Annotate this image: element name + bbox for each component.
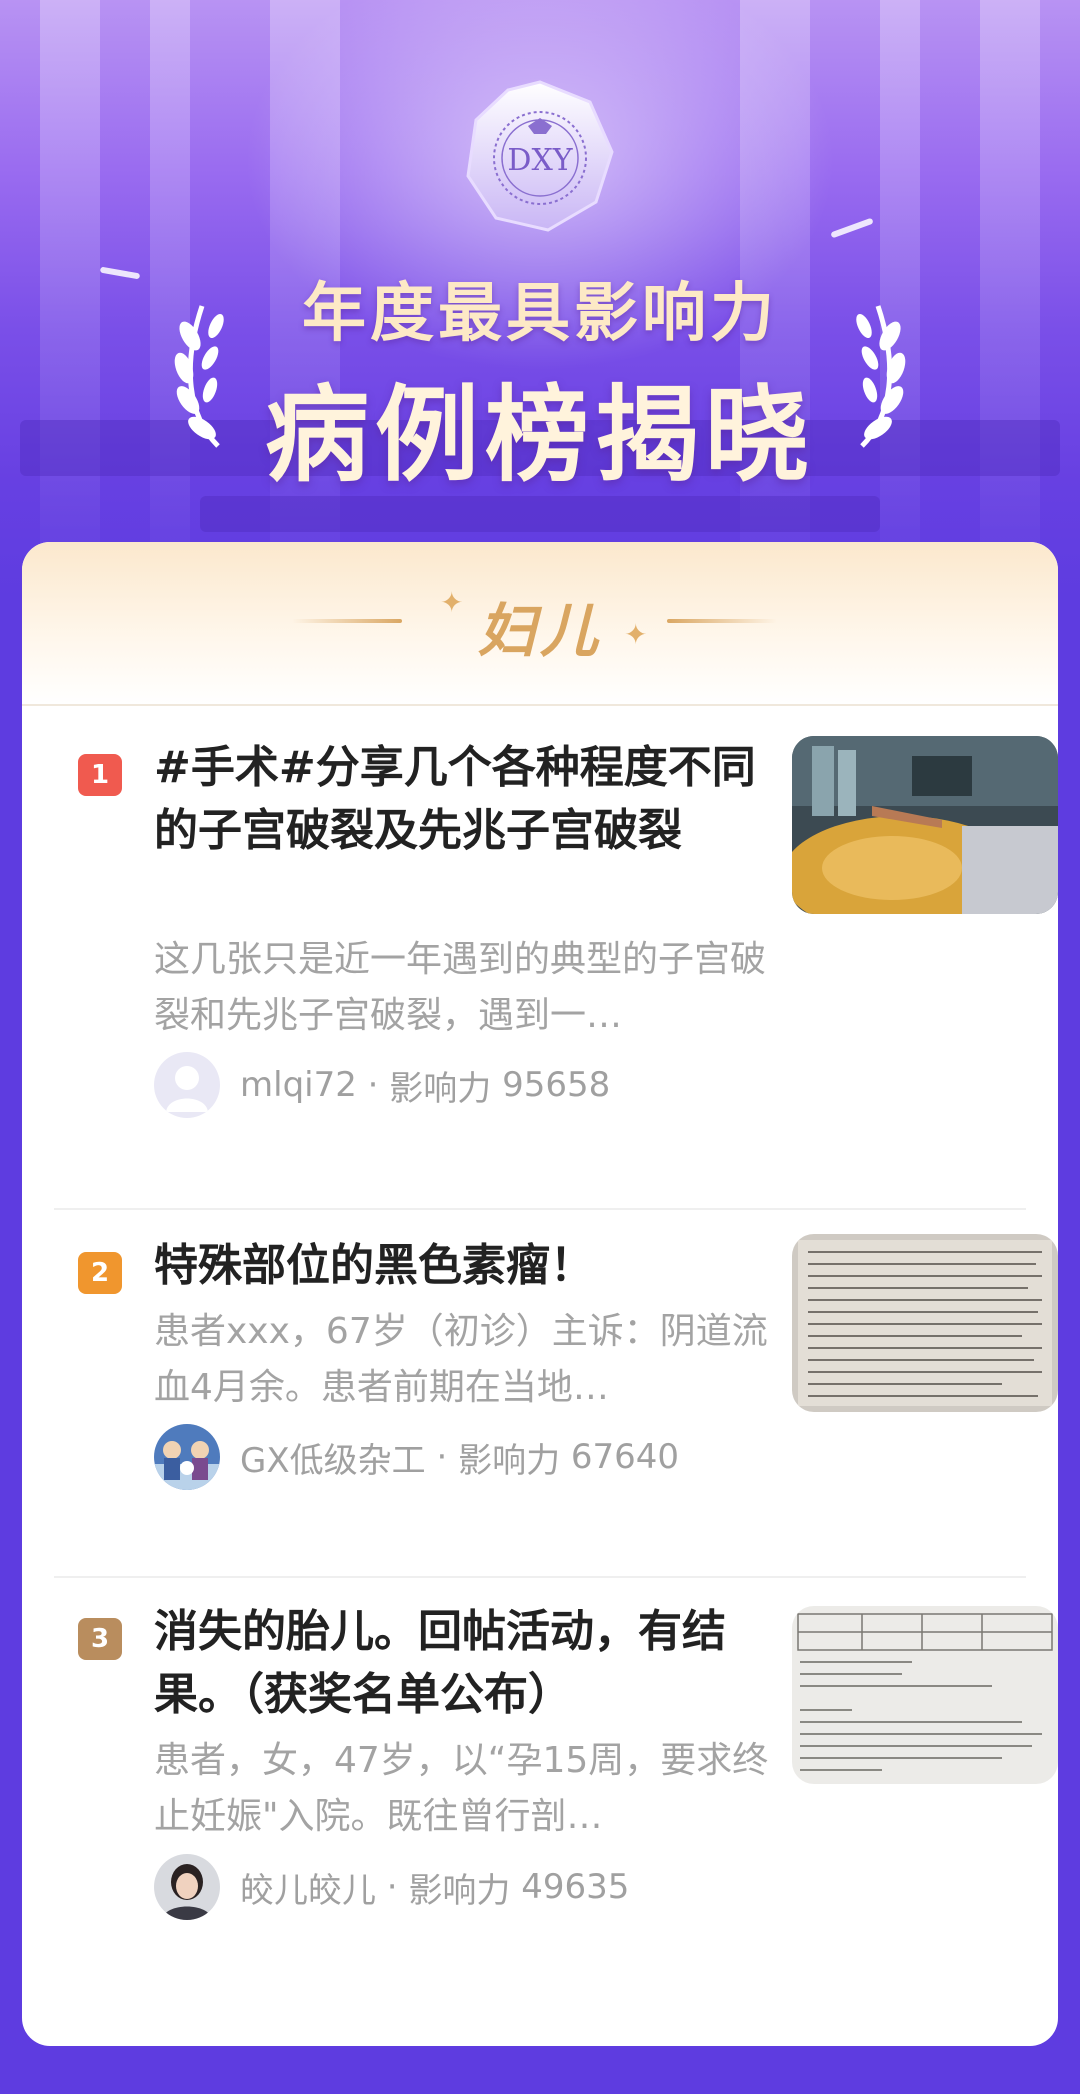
meta-dot: · — [376, 1867, 409, 1907]
case-title[interactable]: 特殊部位的黑色素瘤！ — [154, 1234, 774, 1297]
meta-space — [560, 1437, 571, 1477]
meta-space — [510, 1867, 521, 1907]
rank-badge: 1 — [78, 754, 122, 796]
case-title[interactable]: 消失的胎儿。回帖活动，有结果。（获奖名单公布） — [154, 1600, 774, 1726]
hero-title-line2: 病例榜揭晓 — [264, 374, 815, 496]
case-item-1[interactable]: 1 #手术#分享几个各种程度不同的子宫破裂及先兆子宫破裂 这几张只是近一年遇到的… — [54, 706, 1058, 1138]
cartoon-characters-avatar[interactable] — [154, 1424, 220, 1490]
hero-title-line1: 年度最具影响力 — [302, 277, 778, 351]
svg-text:DXY: DXY — [507, 143, 573, 178]
case-summary: 这几张只是近一年遇到的典型的子宫破裂和先兆子宫破裂，遇到一… — [154, 939, 767, 1036]
case-title[interactable]: #手术#分享几个各种程度不同的子宫破裂及先兆子宫破裂 — [154, 736, 774, 862]
category-header: ✦ ✦ 妇儿 — [22, 542, 1058, 706]
case-item-3[interactable]: 3 消失的胎儿。回帖活动，有结果。（获奖名单公布） 患者，女，47岁，以“孕15… — [54, 1570, 1058, 2002]
meta-space — [491, 1065, 502, 1105]
author-name[interactable]: GX低级杂工 — [240, 1433, 426, 1482]
author-meta: GX低级杂工 · 影响力 67640 — [154, 1424, 679, 1490]
influence-label: 影响力 — [408, 1870, 511, 1911]
influence-label: 影响力 — [389, 1068, 492, 1109]
author-meta: mlqi72 · 影响力 95658 — [154, 1052, 610, 1118]
category-title: 妇儿 — [477, 597, 602, 665]
rank-badge: 2 — [78, 1252, 122, 1294]
author-name[interactable]: mlqi72 — [240, 1065, 357, 1105]
author-meta: 皎儿皎儿 · 影响力 49635 — [154, 1854, 629, 1920]
influence-value: 95658 — [502, 1065, 611, 1105]
case-summary: 患者，女，47岁，以“孕15周，要求终止妊娠"入院。既往曾行剖… — [154, 1740, 769, 1837]
dxy-badge-icon: DXY — [466, 80, 614, 232]
surgery-photo-thumbnail[interactable] — [792, 736, 1058, 914]
portrait-photo-avatar[interactable] — [154, 1854, 220, 1920]
meta-dot: · — [356, 1065, 390, 1105]
rank-badge: 3 — [78, 1618, 122, 1660]
hero-banner: DXY 年度最具影响力 病例榜揭晓 — [0, 0, 1080, 600]
case-summary: 患者xxx，67岁（初诊）主诉：阴道流血4月余。患者前期在当地… — [154, 1311, 768, 1408]
author-name[interactable]: 皎儿皎儿 — [240, 1863, 376, 1912]
meta-dot: · — [425, 1437, 459, 1477]
influence-label: 影响力 — [458, 1440, 561, 1481]
stage-step — [200, 496, 880, 532]
influence-value: 67640 — [570, 1437, 680, 1477]
default-user-avatar-icon[interactable] — [154, 1052, 220, 1118]
ranking-card: ✦ ✦ 妇儿 1 #手术#分享几个各种程度不同的子宫破裂及先兆子宫破裂 这几张只… — [22, 542, 1058, 2046]
ultrasound-report-thumbnail[interactable] — [792, 1606, 1058, 1784]
scanned-document-thumbnail[interactable] — [792, 1234, 1058, 1412]
influence-value: 49635 — [521, 1867, 630, 1907]
light-streak — [830, 217, 874, 239]
